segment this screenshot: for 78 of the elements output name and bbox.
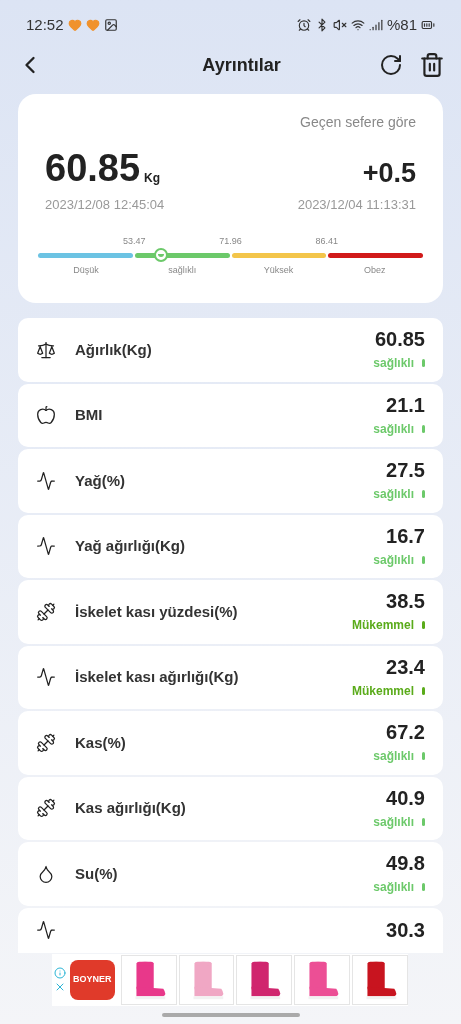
metric-row[interactable]: İskelet kası ağırlığı(Kg) 23.4 Mükemmel	[18, 645, 443, 709]
metric-row[interactable]: BMI 21.1 sağlıklı	[18, 383, 443, 447]
metric-status: sağlıklı	[373, 813, 414, 831]
scale-icon	[36, 339, 56, 360]
threshold-label: 71.96	[219, 234, 242, 248]
range-label: Yüksek	[263, 263, 294, 277]
metric-label: BMI	[75, 405, 103, 425]
status-indicator	[422, 883, 425, 892]
page-title: Ayrıntılar	[202, 53, 281, 77]
metric-value: 60.85	[374, 327, 425, 353]
threshold-label: 53.47	[123, 234, 146, 248]
status-indicator	[422, 621, 425, 630]
metric-row[interactable]: İskelet kası yüzdesi(%) 38.5 Mükemmel	[18, 580, 443, 644]
metric-value: 40.9	[386, 785, 425, 811]
metric-row[interactable]: Yağ(%) 27.5 sağlıklı	[18, 449, 443, 513]
metric-label: Kas ağırlığı(Kg)	[75, 798, 186, 818]
metric-row[interactable]: Ağırlık(Kg) 60.85 sağlıklı	[18, 318, 443, 382]
status-indicator	[422, 752, 425, 761]
metric-label: İskelet kası yüzdesi(%)	[75, 601, 238, 622]
metric-row[interactable]: Su(%) 49.8 sağlıklı	[18, 842, 443, 906]
battery-percent: %81	[386, 14, 417, 35]
metric-status: sağlıklı	[373, 748, 414, 766]
status-indicator	[422, 686, 425, 695]
metric-label: Kas(%)	[75, 732, 126, 753]
status-indicator	[422, 359, 425, 368]
mute-icon	[332, 18, 347, 32]
signal-icon	[368, 18, 383, 32]
delete-button[interactable]	[419, 52, 445, 78]
status-indicator	[422, 424, 425, 433]
apple-icon	[36, 405, 56, 426]
metric-value: 67.2	[386, 720, 425, 746]
metric-value: 21.1	[386, 392, 425, 418]
image-icon	[103, 18, 118, 32]
metric-value: 30.3	[386, 917, 425, 943]
status-indicator	[422, 490, 425, 499]
metric-status: sağlıklı	[373, 551, 414, 569]
metric-status: sağlıklı	[373, 420, 414, 438]
metric-value: 27.5	[386, 458, 425, 484]
weight-value: 60.85	[45, 149, 141, 187]
ad-banner[interactable]: BOYNER	[52, 954, 408, 1006]
metric-row[interactable]: Kas(%) 67.2 sağlıklı	[18, 711, 443, 775]
heart-icon	[85, 18, 100, 32]
metric-status: Mükemmel	[351, 682, 414, 700]
refresh-button[interactable]	[379, 53, 403, 77]
metric-value: 16.7	[386, 523, 425, 549]
range-label: sağlıklı	[168, 263, 197, 277]
range-label: Obez	[364, 263, 386, 277]
metric-label: Yağ(%)	[75, 470, 125, 491]
metric-row[interactable]: 30.3	[18, 907, 443, 953]
metric-label: Su(%)	[75, 863, 118, 884]
metric-label: Yağ ağırlığı(Kg)	[75, 536, 185, 556]
compare-label: Geçen sefere göre	[300, 113, 416, 132]
previous-date: 2023/12/04 11:13:31	[297, 196, 416, 214]
metric-row[interactable]: Kas ağırlığı(Kg) 40.9 sağlıklı	[18, 776, 443, 840]
battery-icon	[421, 18, 435, 32]
weight-change: +0.5	[362, 160, 416, 187]
measurement-date: 2023/12/08 12:45:04	[45, 196, 165, 214]
metric-value: 49.8	[386, 851, 425, 877]
threshold-label: 86.41	[315, 234, 338, 248]
status-indicator	[422, 817, 425, 826]
brand-logo[interactable]: BOYNER	[69, 960, 115, 1000]
metric-status: sağlıklı	[373, 486, 414, 504]
metric-status: sağlıklı	[373, 879, 414, 897]
heart-icon	[67, 18, 82, 32]
metric-status: Mükemmel	[351, 617, 414, 635]
status-indicator	[422, 555, 425, 564]
metric-row[interactable]: Yağ ağırlığı(Kg) 16.7 sağlıklı	[18, 514, 443, 578]
alarm-icon	[296, 18, 311, 32]
wifi-icon	[350, 18, 365, 32]
smiley-marker	[154, 248, 169, 262]
metric-value: 23.4	[386, 654, 425, 680]
weight-unit: Kg	[144, 170, 161, 187]
range-label: Düşük	[73, 263, 99, 277]
metric-label: İskelet kası ağırlığı(Kg)	[75, 667, 239, 687]
metric-label: Ağırlık(Kg)	[75, 339, 152, 360]
metric-status: sağlıklı	[373, 355, 414, 373]
metric-value: 38.5	[386, 589, 425, 615]
clock-time: 12:52	[26, 14, 64, 35]
